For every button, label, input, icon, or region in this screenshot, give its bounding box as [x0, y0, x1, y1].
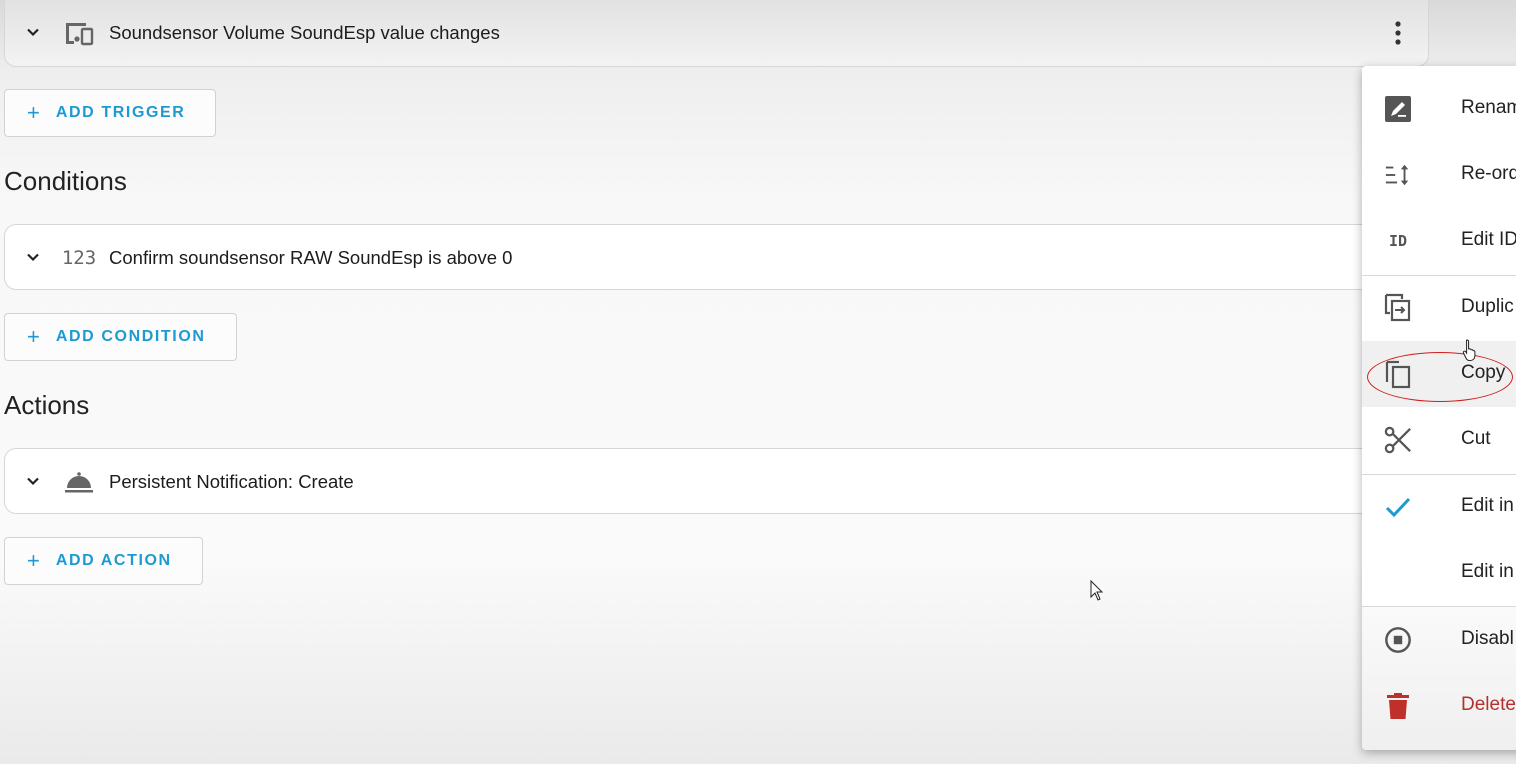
menu-item-edit-in-yaml[interactable]: Edit in — [1362, 540, 1516, 606]
arrow-cursor-icon — [1090, 580, 1104, 601]
menu-item-disable[interactable]: Disabl — [1362, 607, 1516, 673]
actions-heading: Actions — [4, 390, 90, 420]
cut-icon — [1384, 426, 1412, 454]
trigger-card[interactable]: Soundsensor Volume SoundEsp value change… — [4, 0, 1429, 67]
condition-title: Confirm soundsensor RAW SoundEsp is abov… — [109, 247, 513, 268]
bell-icon — [61, 468, 97, 496]
menu-item-rename[interactable]: Renam — [1362, 76, 1516, 142]
add-action-label: ADD ACTION — [55, 552, 172, 569]
context-menu: Renam Re-ord ID Edit ID Duplic Copy Cut — [1362, 66, 1516, 750]
chevron-down-icon[interactable] — [23, 22, 43, 42]
copy-icon — [1384, 360, 1412, 389]
disable-icon — [1384, 626, 1412, 654]
id-icon: ID — [1388, 232, 1408, 250]
add-condition-button[interactable]: + ADD CONDITION — [4, 313, 237, 361]
menu-item-edit-in-visual[interactable]: Edit in — [1362, 474, 1516, 540]
plus-icon: + — [27, 548, 40, 573]
trigger-title: Soundsensor Volume SoundEsp value change… — [109, 22, 500, 43]
action-title: Persistent Notification: Create — [109, 471, 354, 492]
numeric-icon: 123 — [61, 247, 97, 269]
menu-item-cut[interactable]: Cut — [1362, 407, 1516, 473]
add-condition-label: ADD CONDITION — [55, 328, 206, 345]
chevron-down-icon[interactable] — [23, 471, 43, 491]
plus-icon: + — [27, 324, 40, 349]
devices-icon — [61, 19, 97, 47]
plus-icon: + — [27, 100, 40, 125]
add-trigger-button[interactable]: + ADD TRIGGER — [4, 89, 217, 137]
add-trigger-label: ADD TRIGGER — [55, 104, 186, 121]
check-icon — [1384, 493, 1412, 521]
more-options-icon[interactable] — [1390, 20, 1406, 46]
add-action-button[interactable]: + ADD ACTION — [4, 537, 203, 585]
delete-icon — [1384, 692, 1412, 720]
duplicate-icon — [1384, 293, 1412, 322]
chevron-down-icon[interactable] — [23, 247, 43, 267]
menu-item-reorder[interactable]: Re-ord — [1362, 142, 1516, 208]
reorder-icon — [1384, 161, 1412, 189]
menu-item-delete[interactable]: Delete — [1362, 673, 1516, 739]
condition-card[interactable]: 123 Confirm soundsensor RAW SoundEsp is … — [4, 224, 1404, 290]
menu-item-copy[interactable]: Copy — [1362, 341, 1516, 407]
menu-item-duplicate[interactable]: Duplic — [1362, 275, 1516, 341]
conditions-heading: Conditions — [4, 166, 127, 196]
rename-icon — [1384, 95, 1412, 123]
menu-item-edit-id[interactable]: ID Edit ID — [1362, 208, 1516, 274]
action-card[interactable]: Persistent Notification: Create — [4, 448, 1404, 514]
